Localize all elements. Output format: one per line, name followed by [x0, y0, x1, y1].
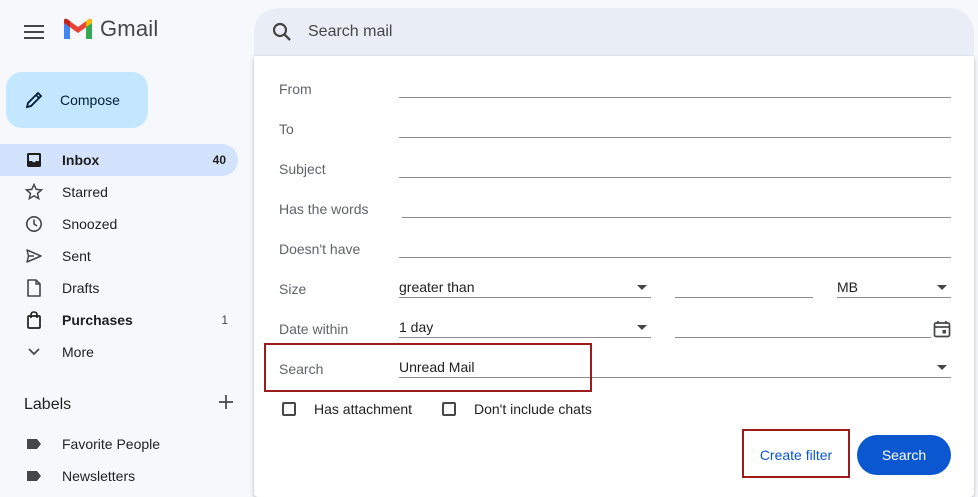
sidebar-item-purchases[interactable]: Purchases 1: [0, 304, 240, 336]
app-name: Gmail: [100, 16, 159, 41]
chevron-down-icon: [24, 342, 44, 362]
label-item-favorite-people[interactable]: Favorite People: [0, 428, 240, 460]
unread-count: 1: [221, 313, 228, 327]
size-unit-value: MB: [837, 279, 858, 295]
sidebar-item-drafts[interactable]: Drafts: [0, 272, 240, 304]
dropdown-arrow-icon: [937, 285, 947, 290]
date-within-select[interactable]: 1 day: [399, 316, 651, 338]
has-attachment-checkbox[interactable]: Has attachment: [282, 401, 412, 417]
sidebar-item-snoozed[interactable]: Snoozed: [0, 208, 240, 240]
size-operator-select[interactable]: greater than: [399, 276, 651, 298]
labels-title: Labels: [24, 395, 72, 413]
sidebar-item-label: Inbox: [62, 152, 100, 168]
checkbox-box: [442, 402, 456, 416]
search-bar: [254, 8, 974, 56]
send-icon: [24, 246, 44, 266]
dropdown-arrow-icon: [637, 325, 647, 330]
size-label: Size: [279, 281, 307, 297]
from-label: From: [279, 81, 312, 97]
label-icon: [24, 466, 44, 486]
advanced-search-panel: From To Subject Has the words Doesn't ha…: [254, 56, 974, 497]
dropdown-arrow-icon: [637, 285, 647, 290]
date-field[interactable]: [675, 316, 931, 338]
sidebar-item-sent[interactable]: Sent: [0, 240, 240, 272]
clock-icon: [24, 214, 44, 234]
labels-list: Favorite People Newsletters: [0, 428, 240, 492]
unread-count: 40: [212, 153, 226, 167]
checkbox-box: [282, 402, 296, 416]
sidebar-item-label: Snoozed: [62, 216, 118, 232]
has-words-field[interactable]: [402, 196, 951, 218]
label-item-text: Newsletters: [62, 468, 136, 484]
label-icon: [24, 434, 44, 454]
sidebar-item-inbox[interactable]: Inbox 40: [0, 144, 238, 176]
to-field[interactable]: [399, 116, 951, 138]
labels-header: Labels: [24, 394, 234, 415]
draft-icon: [24, 278, 44, 298]
dont-include-chats-label: Don't include chats: [474, 401, 592, 417]
label-item-newsletters[interactable]: Newsletters: [0, 460, 240, 492]
search-scope-highlight: [264, 343, 592, 392]
sidebar-nav: Inbox 40 Starred Snoozed Sent Drafts Pur…: [0, 144, 240, 368]
sidebar-item-label: Drafts: [62, 280, 100, 296]
star-icon: [24, 182, 44, 202]
inbox-icon: [24, 150, 44, 170]
calendar-icon[interactable]: [933, 320, 951, 343]
sidebar-item-label: Starred: [62, 184, 108, 200]
size-unit-select[interactable]: MB: [837, 276, 951, 298]
compose-label: Compose: [60, 92, 120, 108]
search-input[interactable]: [308, 23, 908, 41]
sidebar-item-label: More: [62, 344, 94, 360]
gmail-logo[interactable]: Gmail: [62, 16, 158, 42]
to-label: To: [279, 121, 294, 137]
search-icon[interactable]: [262, 12, 302, 52]
has-attachment-label: Has attachment: [314, 401, 413, 417]
sidebar-item-more[interactable]: More: [0, 336, 240, 368]
doesnt-have-label: Doesn't have: [279, 241, 361, 257]
dont-include-chats-checkbox[interactable]: Don't include chats: [442, 401, 592, 417]
compose-button[interactable]: Compose: [6, 72, 148, 128]
size-value-field[interactable]: [675, 276, 813, 298]
shopping-bag-icon: [24, 310, 44, 330]
add-label-icon[interactable]: [218, 394, 234, 415]
sidebar-item-starred[interactable]: Starred: [0, 176, 240, 208]
from-field[interactable]: [399, 76, 951, 98]
doesnt-have-field[interactable]: [399, 236, 951, 258]
date-within-value: 1 day: [399, 319, 434, 335]
gmail-m-icon: [64, 18, 92, 39]
sidebar-item-label: Purchases: [62, 312, 133, 328]
has-words-label: Has the words: [279, 201, 369, 217]
label-item-text: Favorite People: [62, 436, 161, 452]
pencil-icon: [25, 91, 43, 109]
subject-field[interactable]: [399, 156, 951, 178]
create-filter-button[interactable]: Create filter: [746, 436, 846, 474]
search-button[interactable]: Search: [857, 435, 951, 475]
hamburger-menu-icon: [24, 25, 44, 39]
main-menu-button[interactable]: [14, 12, 54, 52]
date-within-label: Date within: [279, 321, 349, 337]
sidebar-item-label: Sent: [62, 248, 91, 264]
dropdown-arrow-icon: [937, 365, 947, 370]
size-operator-value: greater than: [399, 279, 475, 295]
subject-label: Subject: [279, 161, 326, 177]
